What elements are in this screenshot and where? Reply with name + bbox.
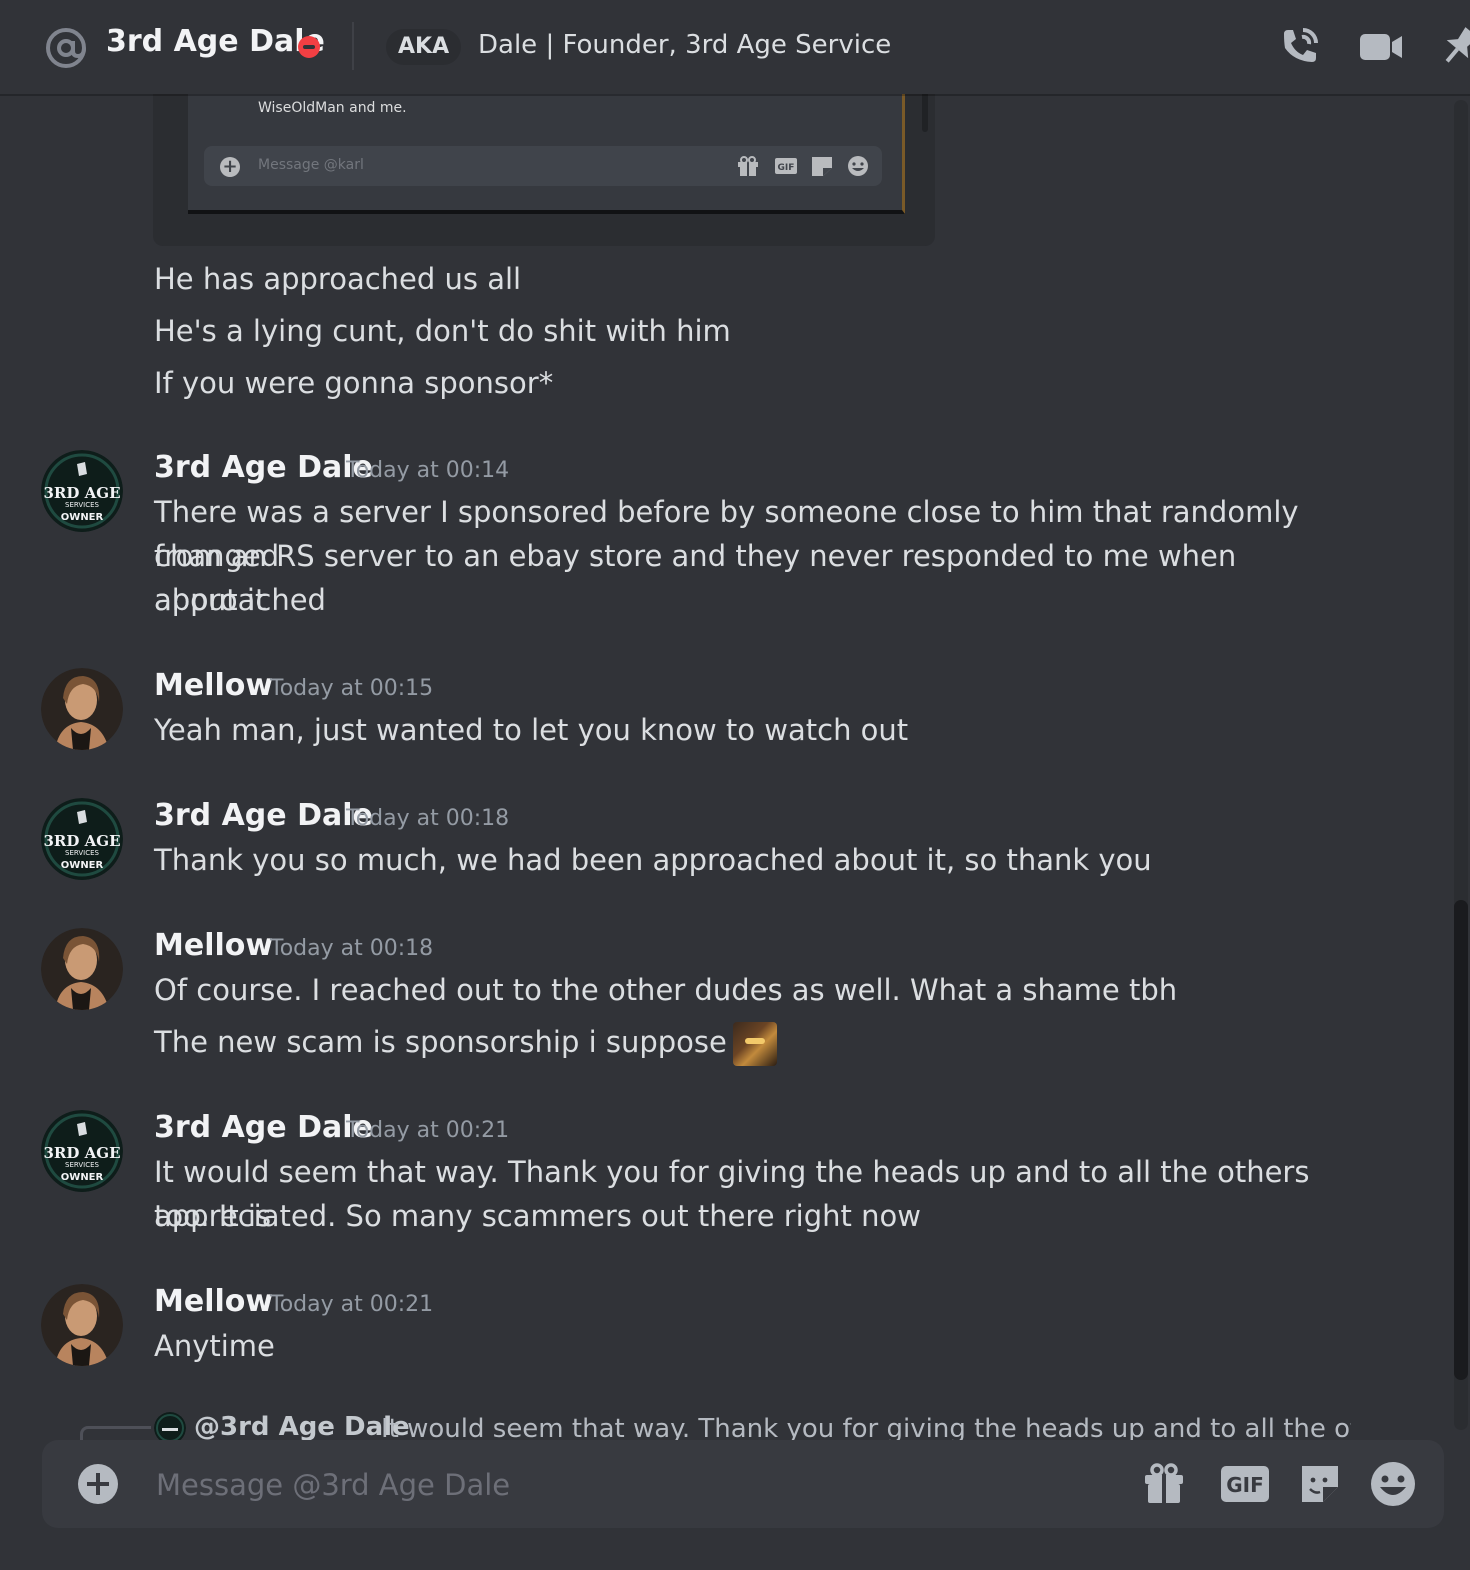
phone-call-icon[interactable] xyxy=(1276,24,1322,70)
svg-text:GIF: GIF xyxy=(1226,1473,1264,1497)
timestamp: Today at 00:15 xyxy=(270,676,434,701)
scrollbar-thumb[interactable] xyxy=(1454,900,1468,1380)
svg-text:3RD AGE: 3RD AGE xyxy=(43,832,120,850)
svg-text:GIF: GIF xyxy=(778,163,795,173)
message-content: He's a lying cunt, don't do shit with hi… xyxy=(154,314,731,348)
3rd-age-owner-avatar[interactable]: 3RD AGE SERVICES OWNER xyxy=(41,450,123,532)
svg-text:SERVICES: SERVICES xyxy=(65,849,100,857)
gif-icon: GIF xyxy=(775,158,797,174)
message-content: about it xyxy=(154,583,267,617)
channel-header: 3rd Age Dale AKA Dale | Founder, 3rd Age… xyxy=(0,0,1470,94)
message-content: Thank you so much, we had been approache… xyxy=(154,843,1152,877)
username[interactable]: Mellow xyxy=(154,1284,273,1319)
image-attachment[interactable]: WiseOldMan and me. + Message @karl GIF xyxy=(153,84,935,246)
video-call-icon[interactable] xyxy=(1358,24,1404,70)
plus-icon: + xyxy=(220,157,240,177)
aka-badge: AKA xyxy=(386,29,462,65)
message-content: Of course. I reached out to the other du… xyxy=(154,973,1178,1007)
screenshot-content: WiseOldMan and me. + Message @karl GIF xyxy=(188,84,928,214)
svg-text:SERVICES: SERVICES xyxy=(65,1161,100,1169)
sunglasses-emoji[interactable] xyxy=(732,1022,777,1066)
at-icon xyxy=(46,28,86,68)
gift-icon[interactable] xyxy=(1142,1462,1186,1506)
message-content: Anytime xyxy=(154,1329,275,1363)
svg-text:3RD AGE: 3RD AGE xyxy=(43,484,120,502)
pin-icon[interactable] xyxy=(1438,24,1470,70)
header-divider xyxy=(352,22,354,70)
username[interactable]: 3rd Age Dale xyxy=(154,798,373,833)
dnd-status-icon xyxy=(298,36,320,58)
screenshot-placeholder: Message @karl xyxy=(258,157,364,173)
sticker-icon[interactable] xyxy=(1298,1462,1342,1506)
emoji-icon xyxy=(848,156,868,176)
username[interactable]: 3rd Age Dale xyxy=(154,1110,373,1145)
mellow-avatar[interactable] xyxy=(41,928,123,1010)
timestamp: Today at 00:21 xyxy=(270,1292,434,1317)
message-content: Yeah man, just wanted to let you know to… xyxy=(154,713,909,747)
message-content: appreciated. So many scammers out there … xyxy=(154,1199,921,1233)
message-input[interactable] xyxy=(154,1462,1058,1508)
dm-window: 3rd Age Dale AKA Dale | Founder, 3rd Age… xyxy=(0,0,1470,1570)
attach-plus-icon[interactable] xyxy=(78,1464,118,1504)
dm-title[interactable]: 3rd Age Dale xyxy=(106,24,325,59)
mellow-avatar[interactable] xyxy=(41,668,123,750)
aka-names: Dale | Founder, 3rd Age Service xyxy=(478,30,892,60)
username[interactable]: Mellow xyxy=(154,928,273,963)
mellow-avatar[interactable] xyxy=(41,1284,123,1366)
username[interactable]: 3rd Age Dale xyxy=(154,450,373,485)
gift-icon xyxy=(738,156,758,176)
message-text: The new scam is sponsorship i suppose xyxy=(154,1025,727,1059)
svg-text:OWNER: OWNER xyxy=(61,1172,104,1183)
screenshot-message-bar: + Message @karl GIF xyxy=(204,146,882,186)
screenshot-text: WiseOldMan and me. xyxy=(258,100,407,116)
sticker-icon xyxy=(812,157,832,176)
message-content: He has approached us all xyxy=(154,262,522,296)
message-composer: GIF xyxy=(42,1440,1444,1528)
timestamp: Today at 00:14 xyxy=(346,458,510,483)
svg-text:SERVICES: SERVICES xyxy=(65,501,100,509)
timestamp: Today at 00:21 xyxy=(346,1118,510,1143)
svg-text:3RD AGE: 3RD AGE xyxy=(43,1144,120,1162)
svg-text:OWNER: OWNER xyxy=(61,512,104,523)
svg-text:OWNER: OWNER xyxy=(61,860,104,871)
timestamp: Today at 00:18 xyxy=(346,806,510,831)
message-content-with-emoji: The new scam is sponsorship i suppose xyxy=(154,1020,1354,1066)
reply-mention[interactable]: @3rd Age Dale xyxy=(194,1412,410,1442)
3rd-age-owner-avatar[interactable]: 3RD AGE SERVICES OWNER xyxy=(41,798,123,880)
timestamp: Today at 00:18 xyxy=(270,936,434,961)
username[interactable]: Mellow xyxy=(154,668,273,703)
3rd-age-owner-avatar[interactable]: 3RD AGE SERVICES OWNER xyxy=(41,1110,123,1192)
gif-icon[interactable]: GIF xyxy=(1220,1462,1270,1506)
emoji-icon[interactable] xyxy=(1370,1461,1416,1507)
message-content: If you were gonna sponsor* xyxy=(154,366,554,400)
